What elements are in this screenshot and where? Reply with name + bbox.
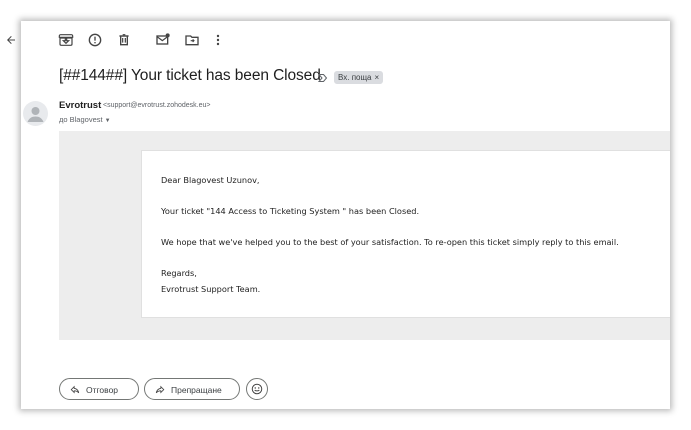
forward-button[interactable]: Препращане [144,378,240,400]
trash-icon[interactable] [116,32,132,48]
back-arrow-icon[interactable] [5,33,17,45]
recipient-text: до Blagovest [59,115,103,124]
remove-label-button[interactable]: × [375,73,380,82]
forward-icon [155,385,165,394]
importance-marker-icon[interactable] [317,71,329,83]
body-line-2: We hope that we've helped you to the bes… [161,237,619,247]
sender-name: Evrotrust [59,100,102,111]
body-line-1: Your ticket "144 Access to Ticketing Sys… [161,206,420,216]
emoji-reaction-button[interactable] [246,378,268,400]
mark-unread-icon[interactable] [155,32,171,48]
regards-text: Regards, [161,268,197,278]
archive-icon[interactable] [58,32,74,48]
label-chip: Вх. поща × [334,71,384,84]
signature-text: Evrotrust Support Team. [161,284,261,294]
move-to-folder-icon[interactable] [184,32,200,48]
sender-email: <support@evrotrust.zohodesk.eu> [103,102,211,109]
email-body-card: Dear Blagovest Uzunov, Your ticket "144 … [141,150,670,318]
email-view: [##144##] Your ticket has been Closed Вх… [21,21,670,409]
forward-label: Препращане [171,385,222,395]
more-vert-icon[interactable] [210,32,226,48]
chevron-down-icon: ▼ [104,118,111,124]
reply-button[interactable]: Отговор [59,378,139,400]
avatar [23,101,48,126]
smiley-icon [251,383,263,395]
reply-icon [70,385,80,394]
recipient-details-toggle[interactable]: до Blagovest ▼ [59,115,111,124]
report-spam-icon[interactable] [87,32,103,48]
email-subject: [##144##] Your ticket has been Closed [59,67,321,84]
reply-label: Отговор [86,385,119,395]
label-chip-text: Вх. поща [338,73,372,82]
greeting-text: Dear Blagovest Uzunov, [161,175,260,185]
